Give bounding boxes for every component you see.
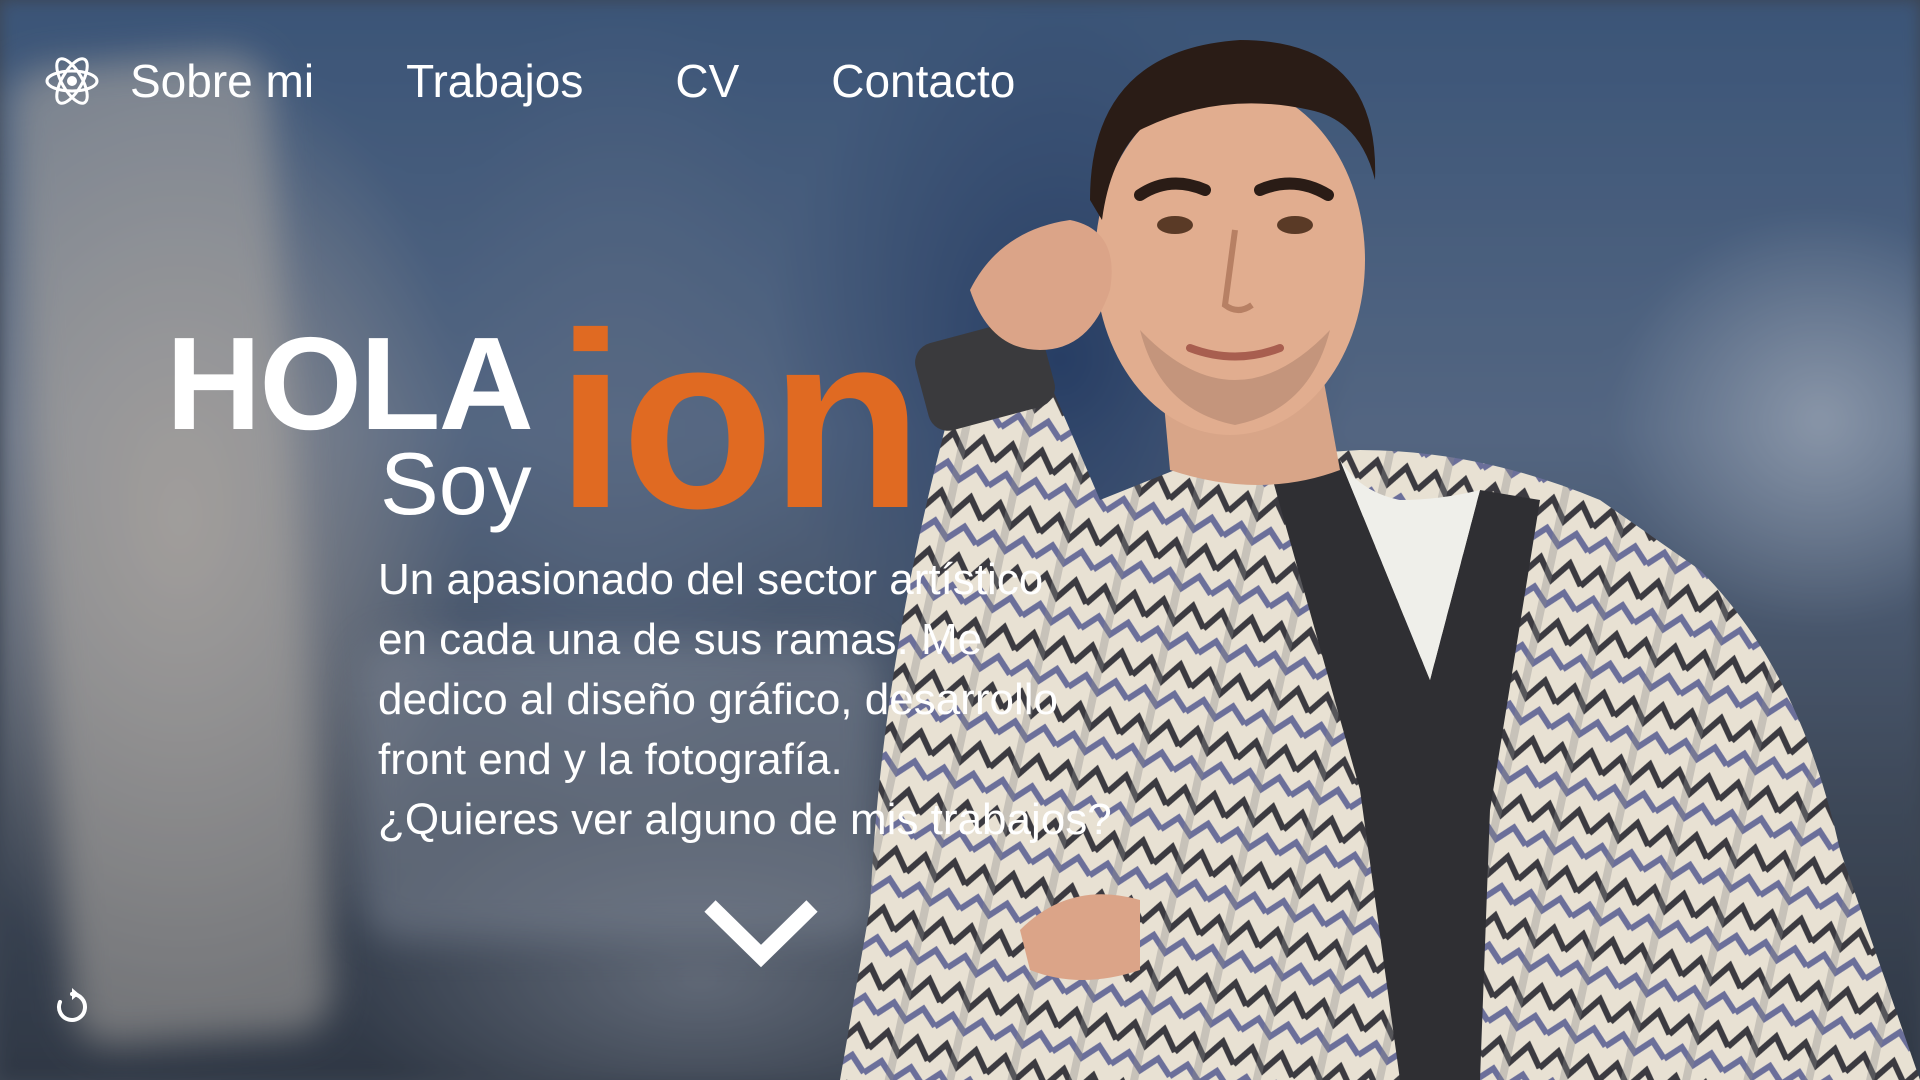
bio-line: Un apasionado del sector artístico [378,555,1044,604]
hero-bio: Un apasionado del sector artístico en ca… [378,550,1138,850]
nav-link-contacto[interactable]: Contacto [831,54,1015,108]
bio-line: ¿Quieres ver alguno de mis trabajos? [378,795,1112,844]
main-nav: Sobre mi Trabajos CV Contacto [44,46,1015,116]
chevron-down-icon[interactable] [702,896,820,968]
bio-line: dedico al diseño gráfico, desarrollo [378,675,1058,724]
hero-intro: Soy [380,434,532,533]
nav-link-trabajos[interactable]: Trabajos [406,54,583,108]
hero-name: ion [556,281,923,560]
atom-icon[interactable] [44,53,100,109]
nav-link-cv[interactable]: CV [675,54,739,108]
nav-link-sobre-mi[interactable]: Sobre mi [130,54,314,108]
reload-icon[interactable] [52,986,92,1026]
hero-section: Sobre mi Trabajos CV Contacto HOLA Soy i… [0,0,1920,1080]
bio-line: en cada una de sus ramas. Me [378,615,983,664]
hero-greeting: HOLA [166,310,534,457]
bio-line: front end y la fotografía. [378,735,843,784]
